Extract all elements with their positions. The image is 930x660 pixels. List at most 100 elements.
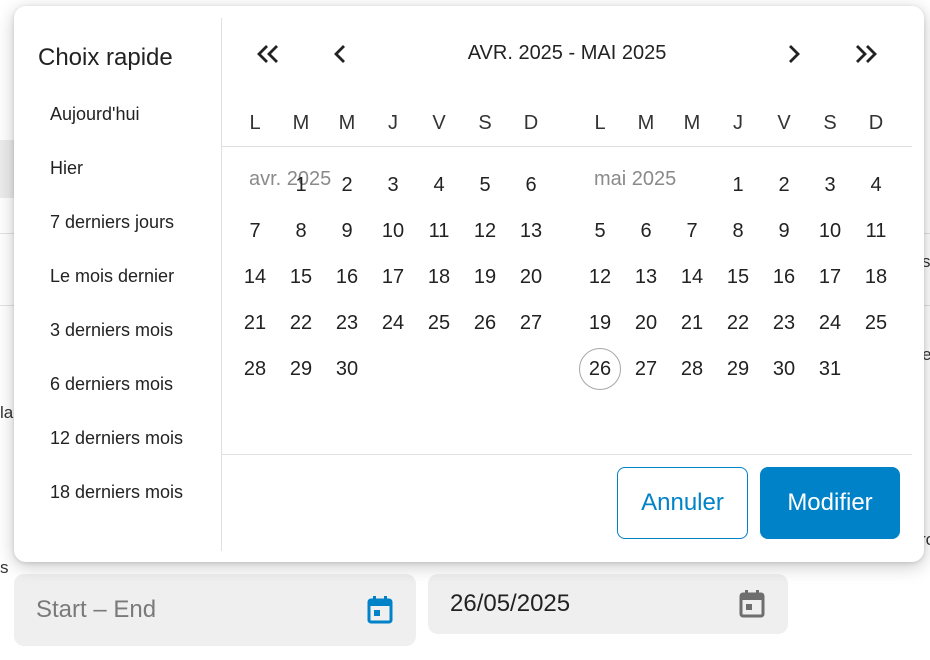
calendar-day[interactable]: 14 [671,256,713,298]
calendar-day[interactable]: 23 [763,302,805,344]
next-month-button[interactable] [778,40,810,72]
calendar-day[interactable]: 7 [671,210,713,252]
month-label: mai 2025 [594,168,677,190]
weekday-header: M [292,112,310,134]
calendar-day[interactable]: 19 [464,256,506,298]
calendar-day[interactable]: 6 [625,210,667,252]
calendar-day[interactable]: 16 [326,256,368,298]
calendar-day[interactable]: 2 [763,164,805,206]
footer-divider [222,454,912,455]
calendar-day[interactable]: 23 [326,302,368,344]
calendar-day[interactable]: 21 [234,302,276,344]
calendar-day[interactable]: 24 [372,302,414,344]
calendar-day[interactable]: 12 [579,256,621,298]
quick-item-today[interactable]: Aujourd'hui [50,104,140,125]
calendar-day[interactable]: 3 [809,164,851,206]
calendar-day[interactable]: 19 [579,302,621,344]
calendar-day-today[interactable]: 26 [579,348,621,390]
date-range-field[interactable]: Start – End [14,574,416,646]
calendar-day[interactable]: 9 [326,210,368,252]
calendar-day[interactable]: 15 [717,256,759,298]
calendar-day[interactable]: 13 [625,256,667,298]
calendar-panel: AVR. 2025 - MAI 2025 L M M J V S Davr. 2025 1 2 3… [222,6,924,562]
calendar-day[interactable]: 2 [326,164,368,206]
chevron-right-icon [786,43,802,70]
weekday-header: M [683,112,701,134]
calendar-day[interactable]: 11 [855,210,897,252]
calendar-day[interactable]: 16 [763,256,805,298]
weekday-header: M [338,112,356,134]
modify-button[interactable]: Modifier [760,467,900,539]
weekday-header: S [823,112,837,134]
calendar-day[interactable]: 12 [464,210,506,252]
calendar-day[interactable]: 6 [510,164,552,206]
weekday-header: V [777,112,791,134]
calendar-day[interactable]: 28 [671,348,713,390]
calendar-day[interactable]: 22 [717,302,759,344]
calendar-day[interactable]: 7 [234,210,276,252]
calendar-day[interactable]: 10 [372,210,414,252]
calendar-day[interactable]: 29 [280,348,322,390]
calendar-day[interactable]: 1 [717,164,759,206]
quick-item-last-6-months[interactable]: 6 derniers mois [50,374,173,395]
calendar-icon[interactable] [738,589,766,619]
quick-item-last-18-months[interactable]: 18 derniers mois [50,482,183,503]
chevron-left-icon [332,43,348,70]
quick-item-last-12-months[interactable]: 12 derniers mois [50,428,183,449]
next-year-button[interactable] [850,40,882,72]
calendar-day[interactable]: 4 [418,164,460,206]
calendar-day[interactable]: 28 [234,348,276,390]
calendar-day[interactable]: 17 [372,256,414,298]
calendar-day[interactable]: 18 [418,256,460,298]
prev-month-button[interactable] [324,40,356,72]
calendar-icon[interactable] [366,595,394,625]
calendar-day[interactable]: 4 [855,164,897,206]
calendar-day[interactable]: 20 [510,256,552,298]
calendar-day[interactable]: 3 [372,164,414,206]
calendar-day[interactable]: 24 [809,302,851,344]
calendar-day[interactable]: 13 [510,210,552,252]
calendar-day[interactable]: 1 [280,164,322,206]
quick-item-last-7-days[interactable]: 7 derniers jours [50,212,174,233]
background-text-fragment: s [0,558,9,577]
quick-item-yesterday[interactable]: Hier [50,158,83,179]
weekday-header: M [637,112,655,134]
calendar-day[interactable]: 5 [579,210,621,252]
date-input[interactable]: 26/05/2025 [450,590,738,618]
calendar-day[interactable]: 8 [717,210,759,252]
double-chevron-left-icon [255,43,281,70]
quick-item-last-month[interactable]: Le mois dernier [50,266,174,287]
quick-select-panel: Choix rapide Aujourd'hui Hier 7 derniers… [14,18,222,551]
calendar-day[interactable]: 29 [717,348,759,390]
calendar-day[interactable]: 14 [234,256,276,298]
calendar-day[interactable]: 27 [625,348,667,390]
quick-item-last-3-months[interactable]: 3 derniers mois [50,320,173,341]
date-range-input[interactable]: Start – End [36,596,366,624]
calendar-day[interactable]: 26 [464,302,506,344]
calendar-day[interactable]: 11 [418,210,460,252]
calendar-day[interactable]: 10 [809,210,851,252]
calendar-day[interactable]: 17 [809,256,851,298]
double-chevron-right-icon [853,43,879,70]
calendar-day[interactable]: 30 [326,348,368,390]
calendar-day[interactable]: 25 [855,302,897,344]
weekday-header: J [733,112,743,134]
weekday-divider [222,146,912,147]
cancel-button[interactable]: Annuler [617,467,748,539]
weekday-header: L [594,112,606,134]
background-text-fragment: la [0,403,14,422]
calendar-day[interactable]: 15 [280,256,322,298]
calendar-day[interactable]: 20 [625,302,667,344]
calendar-day[interactable]: 25 [418,302,460,344]
calendar-day[interactable]: 22 [280,302,322,344]
prev-year-button[interactable] [252,40,284,72]
calendar-day[interactable]: 5 [464,164,506,206]
calendar-day[interactable]: 31 [809,348,851,390]
calendar-day[interactable]: 27 [510,302,552,344]
calendar-day[interactable]: 30 [763,348,805,390]
date-field[interactable]: 26/05/2025 [428,574,788,634]
calendar-day[interactable]: 18 [855,256,897,298]
calendar-day[interactable]: 21 [671,302,713,344]
calendar-day[interactable]: 8 [280,210,322,252]
calendar-day[interactable]: 9 [763,210,805,252]
